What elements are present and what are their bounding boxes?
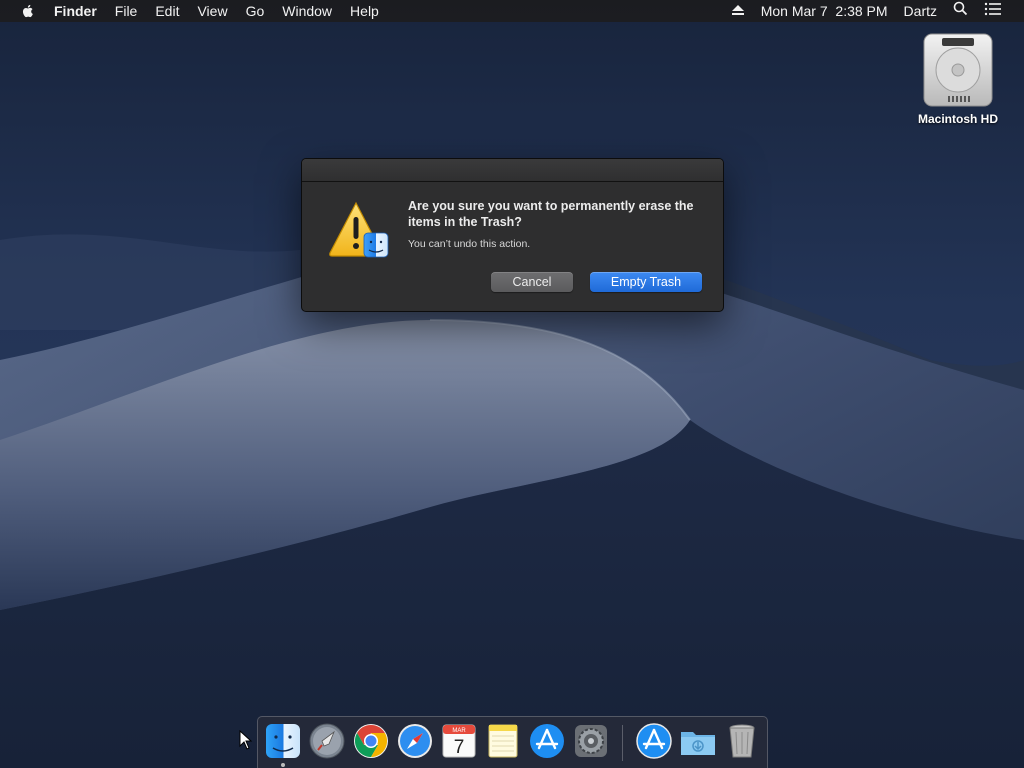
- desktop-icon-macintosh-hd[interactable]: Macintosh HD: [906, 30, 1010, 126]
- desktop-icon-label: Macintosh HD: [917, 112, 998, 126]
- empty-trash-alert: Are you sure you want to permanently era…: [301, 158, 724, 312]
- user-menu[interactable]: Dartz: [896, 0, 945, 22]
- warning-finder-icon: [329, 201, 389, 258]
- downloads-folder-icon: [681, 732, 715, 755]
- clock[interactable]: Mon Mar 7 2:38 PM: [753, 0, 896, 22]
- desktop-wallpaper: [0, 0, 1024, 768]
- applications-folder-icon: [636, 723, 672, 759]
- empty-trash-button[interactable]: Empty Trash: [590, 272, 702, 292]
- calendar-month: MAR: [452, 728, 466, 734]
- eject-icon[interactable]: [723, 0, 753, 22]
- cancel-button[interactable]: Cancel: [491, 272, 573, 292]
- alert-title: Are you sure you want to permanently era…: [408, 199, 694, 229]
- alert-message: You can’t undo this action.: [408, 238, 531, 250]
- dock-separator: [622, 725, 623, 761]
- dock-item-applications[interactable]: [634, 721, 674, 763]
- dock-item-app-store[interactable]: [527, 721, 567, 763]
- menu-file[interactable]: File: [106, 0, 147, 22]
- system-preferences-icon: [575, 725, 607, 757]
- launchpad-icon: [309, 723, 345, 759]
- running-indicator: [281, 763, 285, 767]
- chrome-icon: [354, 724, 388, 758]
- menu-window[interactable]: Window: [273, 0, 341, 22]
- apple-menu-icon[interactable]: [20, 3, 36, 19]
- alert-titlebar[interactable]: [302, 159, 723, 182]
- search-icon[interactable]: [945, 0, 976, 22]
- desktop[interactable]: Finder File Edit View Go Window Help Mon…: [0, 0, 1024, 768]
- dock-item-chrome[interactable]: [351, 721, 391, 763]
- dock-item-downloads[interactable]: [678, 721, 718, 763]
- dock-item-system-preferences[interactable]: [571, 721, 611, 763]
- calendar-day: 7: [454, 737, 465, 758]
- dock-item-notes[interactable]: [483, 721, 523, 763]
- menu-bar: Finder File Edit View Go Window Help Mon…: [0, 0, 1024, 22]
- mouse-cursor-icon: [239, 730, 253, 750]
- menu-go[interactable]: Go: [237, 0, 274, 22]
- safari-icon: [398, 724, 432, 758]
- hard-drive-icon: [923, 33, 993, 107]
- menu-app-name[interactable]: Finder: [54, 0, 106, 22]
- trash-icon: [729, 724, 755, 758]
- dock-item-launchpad[interactable]: [307, 721, 347, 763]
- notification-center-icon[interactable]: [976, 0, 1024, 22]
- dock-item-finder[interactable]: [263, 721, 303, 767]
- notes-icon: [488, 724, 518, 758]
- dock-item-calendar[interactable]: MAR 7: [439, 721, 479, 763]
- app-store-icon: [530, 724, 564, 758]
- finder-icon: [266, 724, 300, 758]
- menu-help[interactable]: Help: [341, 0, 388, 22]
- dock: MAR 7: [257, 716, 768, 768]
- calendar-icon: MAR 7: [442, 724, 476, 758]
- dock-item-safari[interactable]: [395, 721, 435, 763]
- dock-item-trash[interactable]: [722, 721, 762, 763]
- menu-edit[interactable]: Edit: [146, 0, 188, 22]
- menu-view[interactable]: View: [188, 0, 236, 22]
